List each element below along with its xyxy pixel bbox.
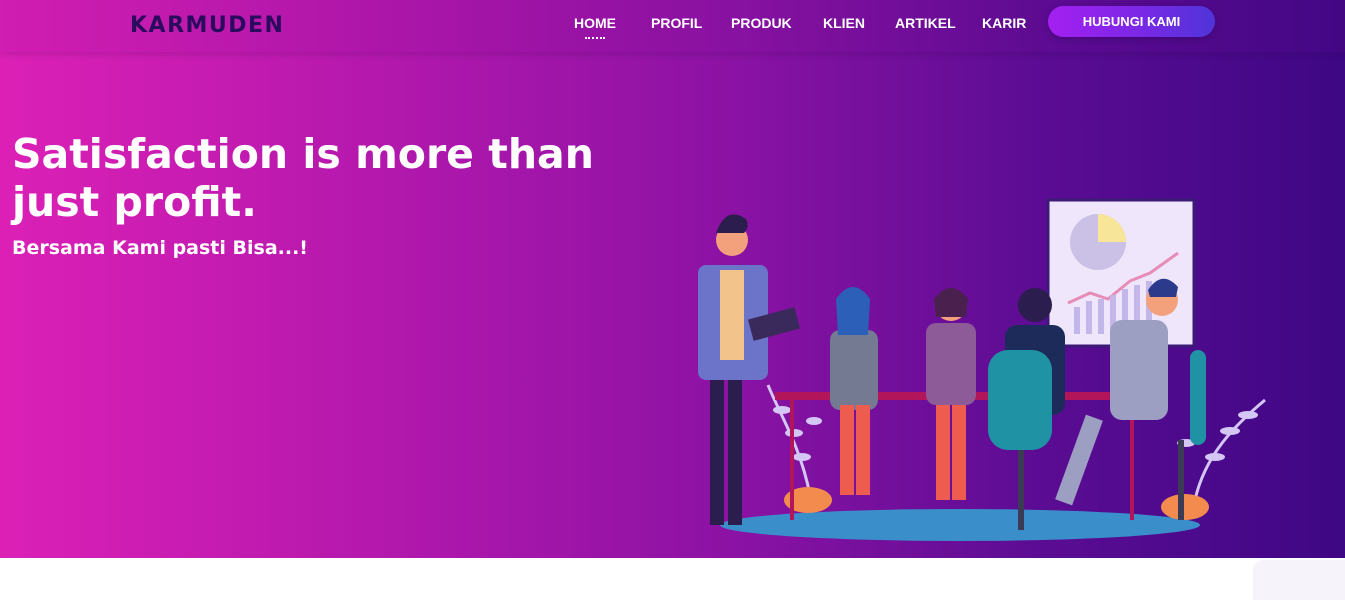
nav-artikel[interactable]: ARTIKEL <box>895 15 956 31</box>
hero-section: KARMUDEN HOME PROFIL PRODUK KLIEN ARTIKE… <box>0 0 1345 558</box>
floating-card <box>1253 560 1345 600</box>
contact-us-button[interactable]: HUBUNGI KAMI <box>1048 6 1215 37</box>
brand-logo[interactable]: KARMUDEN <box>130 13 284 38</box>
nav-produk[interactable]: PRODUK <box>731 15 792 31</box>
standing-presenter <box>698 214 801 525</box>
nav-klien[interactable]: KLIEN <box>823 15 865 31</box>
active-nav-indicator <box>585 37 605 39</box>
nav-profil[interactable]: PROFIL <box>651 15 702 31</box>
seated-woman-center <box>926 288 976 500</box>
left-plant <box>766 384 832 513</box>
top-navbar: KARMUDEN HOME PROFIL PRODUK KLIEN ARTIKE… <box>0 0 1345 52</box>
right-plant <box>1161 398 1266 520</box>
nav-karir[interactable]: KARIR <box>982 15 1026 31</box>
team-meeting-illustration <box>698 198 1266 541</box>
seated-woman-left <box>830 287 878 495</box>
hero-headline: Satisfaction is more than just profit. <box>12 130 594 226</box>
hero-subheadline: Bersama Kami pasti Bisa...! <box>12 237 308 259</box>
nav-home[interactable]: HOME <box>574 15 616 31</box>
